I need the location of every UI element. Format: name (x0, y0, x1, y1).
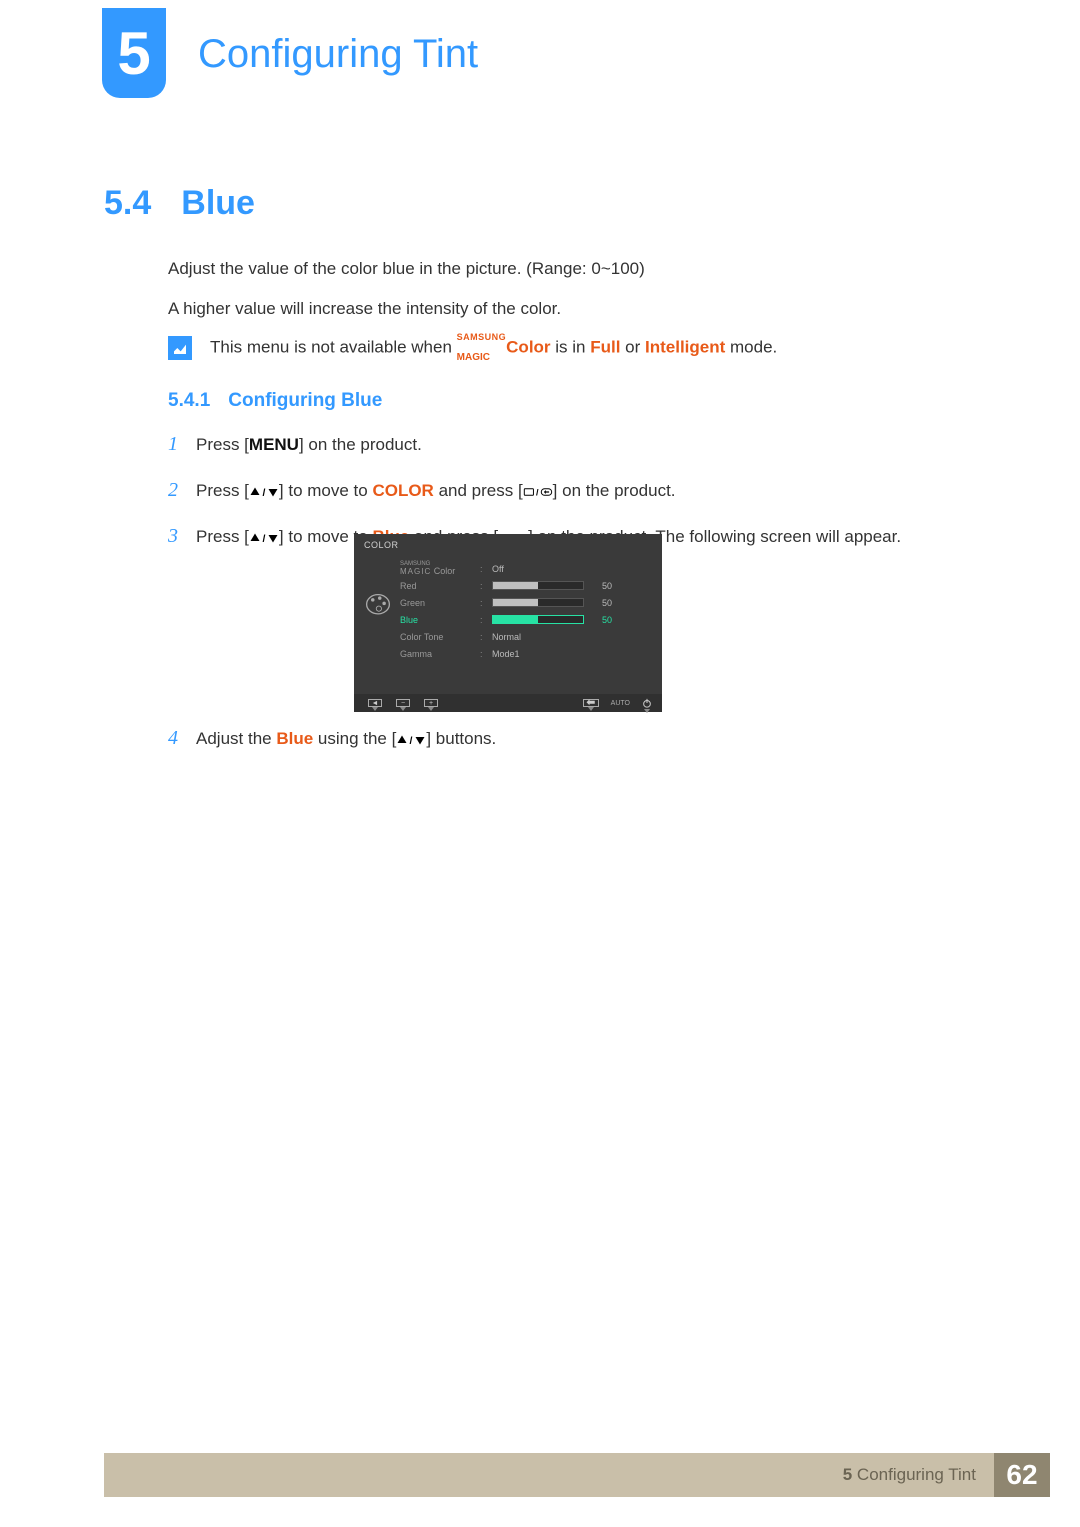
osd-green-value: 50 (590, 598, 612, 608)
step-number: 4 (168, 722, 182, 754)
steps-list-continued: 4 Adjust the Blue using the [ / ] buttons. (168, 722, 968, 768)
osd-blue-value: 50 (590, 615, 612, 625)
osd-row-blue: Blue : 50 (400, 611, 652, 628)
osd-minus-icon: − (396, 699, 410, 707)
step2-t4: ] on the product. (553, 481, 676, 500)
osd-row-magic: SAMSUNG MAGIC Color : Off (400, 560, 652, 577)
footer-bar: 5 Configuring Tint (104, 1453, 994, 1497)
osd-body: SAMSUNG MAGIC Color : Off Red : 50 Green… (400, 560, 652, 690)
step-number: 2 (168, 474, 182, 506)
note-mid2: or (620, 338, 645, 357)
osd-title: COLOR (364, 540, 399, 550)
step-2: 2 Press [ / ] to move to COLOR and press [… (168, 474, 968, 506)
osd-row-colortone: Color Tone : Normal (400, 628, 652, 645)
intro-line-2: A higher value will increase the intensi… (168, 296, 561, 322)
step-number: 1 (168, 428, 182, 460)
osd-red-value: 50 (590, 581, 612, 591)
subsection-number: 5.4.1 (168, 390, 210, 412)
step4-keyword: Blue (276, 729, 313, 748)
step4-t2: using the [ (313, 729, 396, 748)
note-magic-sub: MAGIC (457, 352, 490, 363)
step2-t1: Press [ (196, 481, 249, 500)
step4-t3: ] buttons. (426, 729, 496, 748)
subsection-name: Configuring Blue (228, 390, 382, 412)
osd-green-label: Green (400, 598, 474, 608)
footer-page-number: 62 (994, 1453, 1050, 1497)
step-4: 4 Adjust the Blue using the [ / ] buttons. (168, 722, 968, 754)
note-mode1: Full (590, 338, 620, 357)
note-suffix: mode. (725, 338, 777, 357)
svg-text:/: / (536, 487, 539, 497)
note-magic-word: Color (506, 338, 550, 357)
step1-t1: Press [ (196, 435, 249, 454)
svg-text:/: / (262, 486, 265, 498)
step2-t3: and press [ (434, 481, 523, 500)
chapter-title: Configuring Tint (198, 32, 478, 77)
step3-t1: Press [ (196, 527, 249, 546)
palette-icon (364, 592, 392, 616)
footer-chapter-title: Configuring Tint (857, 1465, 976, 1484)
note-row: This menu is not available when SAMSUNG M… (168, 334, 777, 362)
step2-t2: ] to move to (279, 481, 373, 500)
note-prefix: This menu is not available when (210, 338, 457, 357)
osd-gamma-label: Gamma (400, 649, 474, 659)
note-mid1: is in (551, 338, 591, 357)
footer-chapter-number: 5 (843, 1465, 852, 1484)
osd-blue-label: Blue (400, 615, 474, 625)
osd-auto-label: AUTO (611, 700, 630, 707)
intro-line-1: Adjust the value of the color blue in th… (168, 256, 645, 282)
step2-keyword: COLOR (372, 481, 433, 500)
subsection-heading: 5.4.1 Configuring Blue (168, 390, 382, 412)
note-icon (168, 336, 192, 360)
step1-t2: ] on the product. (299, 435, 422, 454)
section-number: 5.4 (104, 184, 151, 223)
osd-row-gamma: Gamma : Mode1 (400, 645, 652, 662)
up-down-arrow-icon: / (249, 531, 279, 545)
osd-colortone-label: Color Tone (400, 632, 474, 642)
osd-colortone-value: Normal (492, 632, 521, 642)
section-heading: 5.4 Blue (104, 184, 255, 223)
step4-t1: Adjust the (196, 729, 276, 748)
osd-magic-value: Off (492, 564, 504, 574)
osd-plus-icon: + (424, 699, 438, 707)
osd-power-icon (642, 698, 652, 708)
svg-text:/: / (262, 532, 265, 544)
note-magic-super: SAMSUNG (457, 332, 507, 342)
chapter-number-badge: 5 (102, 8, 166, 98)
up-down-arrow-icon: / (396, 733, 426, 747)
svg-text:/: / (410, 734, 413, 746)
note-text: This menu is not available when SAMSUNG M… (210, 334, 777, 362)
osd-enter-icon (583, 699, 599, 707)
step-number: 3 (168, 520, 182, 552)
section-name: Blue (181, 184, 255, 223)
osd-gamma-value: Mode1 (492, 649, 520, 659)
page-footer: 5 Configuring Tint 62 (104, 1453, 1050, 1497)
note-mode2: Intelligent (645, 338, 725, 357)
osd-magic-after: Color (434, 566, 456, 576)
osd-row-red: Red : 50 (400, 577, 652, 594)
osd-row-green: Green : 50 (400, 594, 652, 611)
osd-footer: ◄ − + AUTO (354, 694, 662, 712)
source-enter-icon: / (523, 485, 553, 499)
step-1: 1 Press [MENU] on the product. (168, 428, 968, 460)
osd-magic-main: MAGIC (400, 567, 431, 576)
osd-screenshot: COLOR SAMSUNG MAGIC Color : Off Red : 50… (354, 534, 662, 712)
osd-red-label: Red (400, 581, 474, 591)
menu-key-label: MENU (249, 435, 299, 454)
osd-back-icon: ◄ (368, 699, 382, 707)
up-down-arrow-icon: / (249, 485, 279, 499)
